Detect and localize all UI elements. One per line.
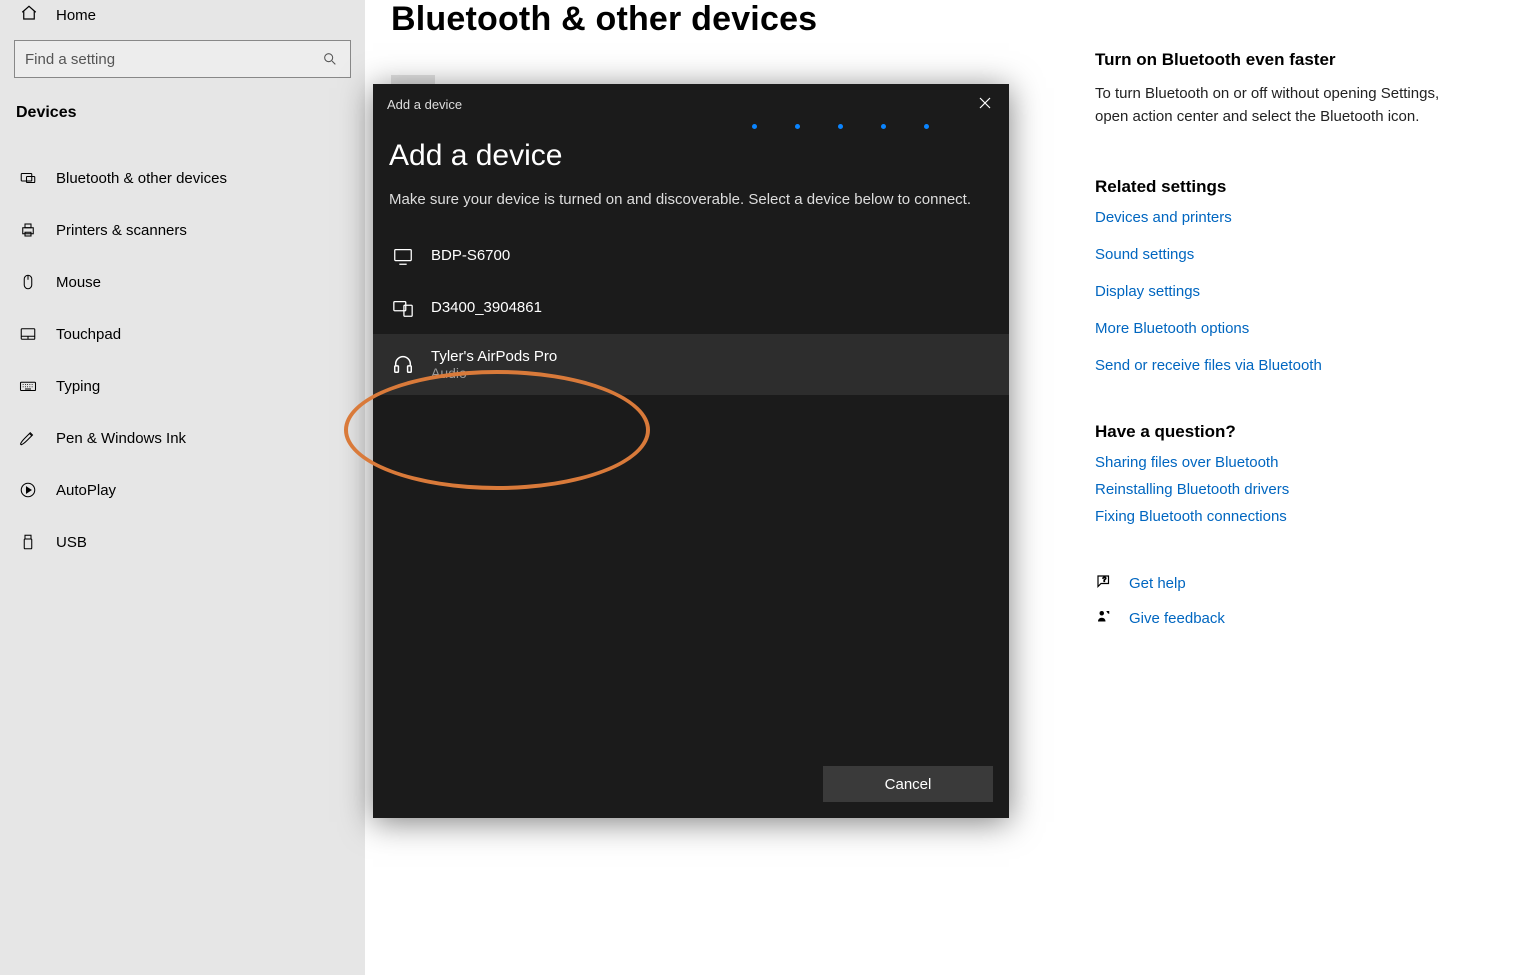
link-display-settings[interactable]: Display settings	[1095, 283, 1475, 300]
give-feedback-row[interactable]: Give feedback	[1095, 608, 1475, 629]
sidebar-section-title: Devices	[14, 104, 351, 152]
device-name: BDP-S6700	[431, 247, 510, 264]
close-icon	[979, 97, 991, 112]
sidebar-item-label: Pen & Windows Ink	[56, 430, 186, 447]
link-sharing-files[interactable]: Sharing files over Bluetooth	[1095, 454, 1475, 471]
monitor-icon	[391, 244, 415, 268]
devices-icon	[391, 296, 415, 320]
pen-icon	[18, 428, 38, 448]
sidebar-item-autoplay[interactable]: AutoPlay	[14, 464, 351, 516]
faster-heading: Turn on Bluetooth even faster	[1095, 50, 1475, 70]
dialog-titlebar-text: Add a device	[387, 97, 462, 112]
progress-dot	[752, 124, 757, 129]
dialog-heading: Add a device	[389, 139, 993, 173]
link-sound-settings[interactable]: Sound settings	[1095, 246, 1475, 263]
sidebar-item-label: Typing	[56, 378, 100, 395]
device-item-d3400[interactable]: D3400_3904861	[389, 282, 993, 334]
feedback-icon	[1095, 608, 1113, 629]
sidebar-item-label: Touchpad	[56, 326, 121, 343]
get-help-link[interactable]: Get help	[1129, 575, 1186, 592]
home-label: Home	[56, 7, 96, 24]
get-help-row[interactable]: ? Get help	[1095, 573, 1475, 594]
mouse-icon	[18, 272, 38, 292]
link-reinstall-drivers[interactable]: Reinstalling Bluetooth drivers	[1095, 481, 1475, 498]
bluetooth-devices-icon	[18, 168, 38, 188]
right-panel: Turn on Bluetooth even faster To turn Bl…	[1095, 0, 1475, 975]
touchpad-icon	[18, 324, 38, 344]
related-heading: Related settings	[1095, 177, 1475, 197]
sidebar-item-printers[interactable]: Printers & scanners	[14, 204, 351, 256]
sidebar-item-label: Bluetooth & other devices	[56, 170, 227, 187]
cancel-button[interactable]: Cancel	[823, 766, 993, 802]
home-link[interactable]: Home	[14, 0, 351, 40]
dialog-subtext: Make sure your device is turned on and d…	[389, 189, 993, 212]
search-input-container[interactable]	[14, 40, 351, 78]
question-heading: Have a question?	[1095, 422, 1475, 442]
sidebar-item-label: Printers & scanners	[56, 222, 187, 239]
link-more-bt-options[interactable]: More Bluetooth options	[1095, 320, 1475, 337]
svg-text:?: ?	[1103, 576, 1107, 583]
device-item-airpods[interactable]: Tyler's AirPods Pro Audio	[373, 334, 1009, 395]
progress-dot	[924, 124, 929, 129]
usb-icon	[18, 532, 38, 552]
link-send-receive-files[interactable]: Send or receive files via Bluetooth	[1095, 357, 1475, 374]
close-button[interactable]	[975, 94, 995, 114]
progress-dots	[373, 124, 1009, 135]
device-subtype: Audio	[431, 365, 557, 381]
help-icon: ?	[1095, 573, 1113, 594]
sidebar-item-mouse[interactable]: Mouse	[14, 256, 351, 308]
autoplay-icon	[18, 480, 38, 500]
progress-dot	[838, 124, 843, 129]
sidebar-item-label: USB	[56, 534, 87, 551]
sidebar-item-bluetooth[interactable]: Bluetooth & other devices	[14, 152, 351, 204]
home-icon	[20, 4, 38, 26]
sidebar-item-usb[interactable]: USB	[14, 516, 351, 568]
faster-text: To turn Bluetooth on or off without open…	[1095, 82, 1475, 129]
link-fixing-connections[interactable]: Fixing Bluetooth connections	[1095, 508, 1475, 525]
link-devices-printers[interactable]: Devices and printers	[1095, 209, 1475, 226]
progress-dot	[795, 124, 800, 129]
device-name: D3400_3904861	[431, 299, 542, 316]
progress-dot	[881, 124, 886, 129]
device-name: Tyler's AirPods Pro	[431, 348, 557, 365]
keyboard-icon	[18, 376, 38, 396]
sidebar-item-label: AutoPlay	[56, 482, 116, 499]
give-feedback-link[interactable]: Give feedback	[1129, 610, 1225, 627]
sidebar-item-label: Mouse	[56, 274, 101, 291]
sidebar-item-touchpad[interactable]: Touchpad	[14, 308, 351, 360]
device-item-bdp[interactable]: BDP-S6700	[389, 230, 993, 282]
sidebar: Home Devices Bluetooth & other devices P…	[0, 0, 365, 975]
page-title: Bluetooth & other devices	[391, 0, 1071, 39]
headphones-icon	[391, 352, 415, 376]
sidebar-item-typing[interactable]: Typing	[14, 360, 351, 412]
add-device-dialog: Add a device Add a device Make sure your…	[373, 84, 1009, 818]
sidebar-item-pen[interactable]: Pen & Windows Ink	[14, 412, 351, 464]
printer-icon	[18, 220, 38, 240]
search-input[interactable]	[25, 51, 340, 68]
